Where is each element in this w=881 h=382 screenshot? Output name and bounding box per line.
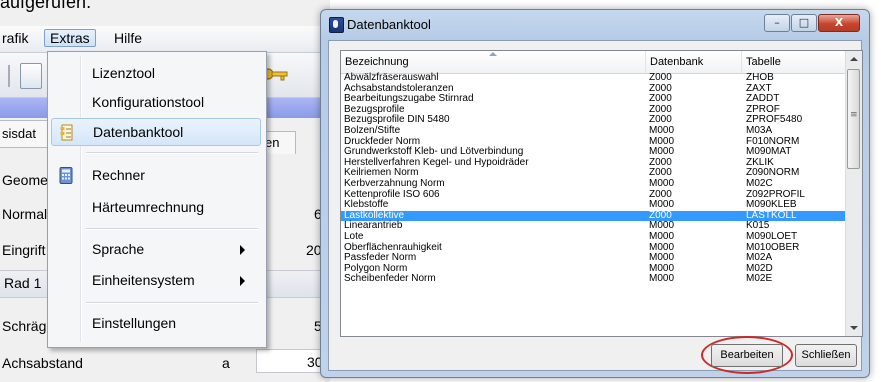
- column-header-tabelle[interactable]: Tabelle: [742, 51, 846, 73]
- menu-item-label: Härteumrechnung: [92, 199, 205, 215]
- menu-item-lizenztool[interactable]: Lizenztool: [51, 60, 261, 88]
- vertical-scrollbar[interactable]: [845, 51, 862, 336]
- close-window-button[interactable]: X: [818, 14, 860, 32]
- menu-item-label: Konfigurationstool: [92, 94, 205, 110]
- table-row[interactable]: Abwälzfräserauswahl Z000 ZHOB: [341, 72, 846, 84]
- menu-item-label: Sprache: [92, 241, 145, 257]
- extras-dropdown-menu: Lizenztool Konfigurationstool Datenbankt…: [47, 51, 267, 348]
- menu-item-rechner[interactable]: Rechner: [51, 162, 261, 190]
- schliessen-button[interactable]: Schließen: [795, 344, 857, 367]
- column-header-bezeichnung[interactable]: Bezeichnung: [341, 51, 646, 73]
- rad-1-label: Rad 1: [4, 275, 42, 291]
- menu-separator: [86, 228, 258, 230]
- toolbar-separator: [8, 65, 10, 87]
- menu-item-label: Datenbanktool: [93, 124, 184, 140]
- menu-grafik[interactable]: rafik: [0, 30, 32, 46]
- menu-item-label: Einheitensystem: [92, 272, 195, 288]
- bearbeiten-button[interactable]: Bearbeiten: [711, 344, 783, 367]
- cell-bezeichnung: Abwälzfräserauswahl: [344, 72, 439, 83]
- row-symbol-achsabstand: a: [222, 355, 230, 371]
- cell-tabelle: M02E: [746, 273, 773, 285]
- menu-separator: [86, 302, 258, 304]
- cell-bezeichnung: Bolzen/Stifte: [344, 124, 401, 136]
- close-icon: X: [834, 16, 844, 29]
- scroll-thumb[interactable]: [847, 69, 860, 169]
- document-icon[interactable]: [20, 63, 42, 89]
- cell-datenbank: M000: [649, 273, 675, 285]
- cell-datenbank: M000: [649, 230, 675, 242]
- sort-ascending-icon: [489, 52, 497, 56]
- table-body: Abwälzfräserauswahl Z000 ZHOB Achsabstandst…: [341, 72, 846, 285]
- calculator-icon: [59, 167, 73, 184]
- menu-item-konfigurationstool[interactable]: Konfigurationstool: [51, 89, 261, 117]
- maximize-button[interactable]: □: [791, 14, 817, 32]
- menu-hilfe[interactable]: Hilfe: [110, 30, 146, 46]
- table-header: Bezeichnung Datenbank Tabelle: [341, 51, 846, 74]
- minimize-icon: –: [774, 16, 780, 29]
- tab-partial-label: en: [265, 135, 280, 150]
- menu-item-einheitensystem[interactable]: Einheitensystem: [51, 267, 261, 295]
- cell-tabelle: M02C: [746, 177, 773, 189]
- cell-datenbank: M000: [649, 124, 675, 136]
- row-label-normalmodul: Normal: [2, 206, 48, 222]
- menu-item-label: Einstellungen: [92, 315, 177, 331]
- menu-item-label: Rechner: [92, 167, 145, 183]
- column-header-datenbank[interactable]: Datenbank: [646, 51, 742, 73]
- cell-tabelle: ZHOB: [746, 72, 774, 83]
- cell-datenbank: M000: [649, 177, 675, 189]
- datenbanktool-dialog: Datenbanktool – □ X Bezeichnung Datenban…: [320, 9, 870, 378]
- database-table-grid: Bezeichnung Datenbank Tabelle Abwälzfräs…: [340, 50, 863, 337]
- cell-tabelle: M03A: [746, 124, 773, 136]
- menu-item-haerteumrechnung[interactable]: Härteumrechnung: [51, 194, 261, 222]
- tab-partial[interactable]: en: [262, 131, 296, 154]
- menu-item-sprache[interactable]: Sprache: [51, 236, 261, 264]
- menu-item-label: Lizenztool: [92, 65, 156, 81]
- table-row[interactable]: Lote M000 M090LOET: [341, 230, 846, 243]
- row-label-achsabstand: Achsabstand: [2, 355, 83, 371]
- scroll-up-icon[interactable]: [846, 51, 862, 67]
- tab-basisdaten[interactable]: sisdat: [0, 120, 53, 148]
- cell-bezeichnung: Lote: [344, 230, 364, 242]
- database-tool-icon: [60, 124, 73, 141]
- table-row[interactable]: Kerbverzahnung Norm M000 M02C: [341, 177, 846, 190]
- maximize-icon: □: [798, 16, 810, 29]
- cell-bezeichnung: Scheibenfeder Norm: [344, 273, 436, 285]
- cell-bezeichnung: Kerbverzahnung Norm: [344, 177, 445, 189]
- menu-bar: rafik Extras Hilfe: [0, 26, 330, 53]
- submenu-arrow-icon: [240, 245, 245, 255]
- table-row[interactable]: Lastkollektive Z000 LASTKOLL: [341, 210, 846, 222]
- submenu-arrow-icon: [240, 276, 245, 286]
- top-caption-text: aufgerufen.: [0, 0, 92, 12]
- menu-item-datenbanktool[interactable]: Datenbanktool: [51, 118, 261, 146]
- menu-item-einstellungen[interactable]: Einstellungen: [51, 310, 261, 338]
- cell-tabelle: M090LOET: [746, 230, 798, 242]
- column-header-label: Datenbank: [650, 56, 704, 68]
- dialog-body: Bezeichnung Datenbank Tabelle Abwälzfräs…: [328, 40, 863, 374]
- column-header-label: Bezeichnung: [345, 56, 409, 68]
- tab-basisdaten-label: sisdat: [2, 126, 36, 141]
- column-header-label: Tabelle: [746, 56, 781, 68]
- row-label-eingriffswinkel: Eingrift: [2, 242, 46, 258]
- scroll-down-icon[interactable]: [846, 320, 862, 336]
- table-row[interactable]: Scheibenfeder Norm M000 M02E: [341, 274, 846, 285]
- database-app-icon: [329, 17, 344, 33]
- table-row[interactable]: Bolzen/Stifte M000 M03A: [341, 124, 846, 137]
- achsabstand-field[interactable]: 304: [256, 349, 330, 373]
- menu-extras[interactable]: Extras: [44, 29, 96, 47]
- minimize-button[interactable]: –: [764, 14, 790, 32]
- menu-separator: [86, 152, 258, 154]
- cell-datenbank: Z000: [649, 72, 672, 83]
- dialog-title: Datenbanktool: [347, 17, 431, 32]
- row-label-geometrie: Geome: [2, 172, 48, 188]
- row-label-schraegungswinkel: Schräg: [2, 318, 47, 334]
